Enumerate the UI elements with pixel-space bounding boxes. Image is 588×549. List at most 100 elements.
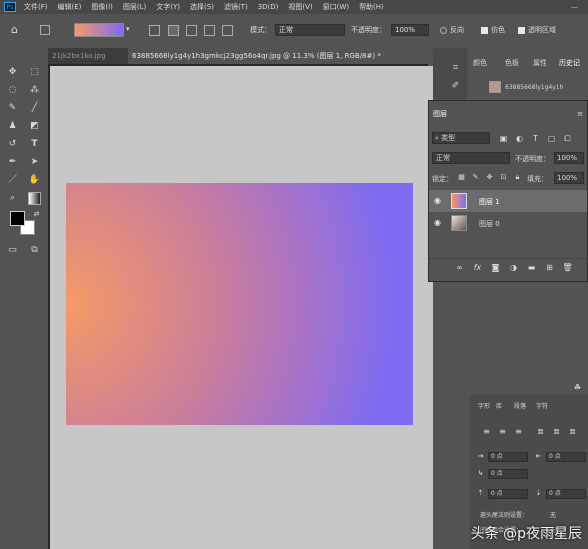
menu-filter[interactable]: 滤镜(T) xyxy=(224,2,248,12)
home-icon[interactable]: ⌂ xyxy=(11,23,18,36)
reflected-gradient-icon[interactable] xyxy=(204,25,215,36)
tab-glyphs[interactable]: 字形 xyxy=(478,401,490,410)
tab-character[interactable]: 字符 xyxy=(536,401,548,410)
panel-menu-icon[interactable]: ≡ xyxy=(577,107,583,121)
pen-tool-icon[interactable]: ✒ xyxy=(6,156,19,169)
align-left-icon[interactable]: ≡ xyxy=(480,425,493,438)
layer-row-0[interactable]: ◉ 图层 0 xyxy=(429,212,587,234)
justify-all-icon[interactable]: ≣ xyxy=(566,425,579,438)
layer-mask-icon[interactable]: ◙ xyxy=(489,261,502,274)
tab-document-1[interactable]: 21jk2bx1ko.jpg xyxy=(48,48,130,64)
lock-position-icon[interactable]: ✥ xyxy=(483,171,496,184)
move-tool-icon[interactable]: ✥ xyxy=(6,66,19,79)
foreground-color-swatch[interactable] xyxy=(10,211,25,226)
brush-panel-icon[interactable]: ✐ xyxy=(449,80,462,93)
lasso-tool-icon[interactable]: ◌ xyxy=(6,84,19,97)
diamond-gradient-icon[interactable] xyxy=(222,25,233,36)
zoom-tool-icon[interactable]: ⌕ xyxy=(6,192,19,205)
lock-all-icon[interactable]: 🔒︎ xyxy=(511,171,524,184)
filter-type-select[interactable]: ⌕ 类型 xyxy=(432,132,490,144)
fill-input[interactable]: 100% xyxy=(554,172,584,184)
transparency-checkbox[interactable]: 透明区域 xyxy=(518,25,556,35)
history-item[interactable]: 63885668ly1g4y1h xyxy=(505,84,563,91)
align-right-icon[interactable]: ≡ xyxy=(512,425,525,438)
eraser-tool-icon[interactable]: ◩ xyxy=(28,120,41,133)
visibility-eye-icon[interactable]: ◉ xyxy=(434,197,442,205)
layer-row-1[interactable]: ◉ 图层 1 xyxy=(429,190,587,212)
adjustment-layer-icon[interactable]: ◑ xyxy=(507,261,520,274)
eyedropper-icon[interactable]: ✎ xyxy=(6,102,19,115)
new-layer-icon[interactable]: ⊞ xyxy=(543,261,556,274)
tab-history[interactable]: 历史记 xyxy=(559,56,580,70)
lock-artboard-icon[interactable]: ⊡ xyxy=(497,171,510,184)
lock-transparency-icon[interactable]: ▦ xyxy=(455,171,468,184)
gradient-tool-icon[interactable] xyxy=(28,192,41,205)
reverse-checkbox[interactable]: 反向 xyxy=(440,25,464,35)
visibility-eye-icon[interactable]: ◉ xyxy=(434,219,442,227)
opacity-input[interactable]: 100% xyxy=(391,24,429,36)
magic-wand-icon[interactable]: ⁂ xyxy=(28,84,41,97)
gradient-tool-preset-icon[interactable] xyxy=(40,25,50,35)
filter-pixel-icon[interactable]: ▣ xyxy=(497,132,510,145)
delete-layer-icon[interactable]: 🗑︎ xyxy=(561,261,574,274)
filter-shape-icon[interactable]: ▢ xyxy=(545,132,558,145)
type-tool-icon[interactable]: T xyxy=(28,138,41,151)
angle-gradient-icon[interactable] xyxy=(186,25,197,36)
layer-style-icon[interactable]: fx xyxy=(471,261,484,274)
layer-opacity-input[interactable]: 100% xyxy=(554,152,584,164)
new-group-icon[interactable]: ▬ xyxy=(525,261,538,274)
menu-edit[interactable]: 编辑(E) xyxy=(58,2,82,12)
dither-checkbox[interactable]: 仿色 xyxy=(481,25,505,35)
link-layers-icon[interactable]: ∞ xyxy=(453,261,466,274)
filter-type-icon[interactable]: T xyxy=(529,132,542,145)
tab-color[interactable]: 颜色 xyxy=(473,56,487,70)
layer-0-name[interactable]: 图层 0 xyxy=(479,219,500,229)
brush-tool-icon[interactable]: ╱ xyxy=(28,102,41,115)
radial-gradient-icon[interactable] xyxy=(168,25,179,36)
menu-view[interactable]: 视图(V) xyxy=(288,2,312,12)
lock-image-icon[interactable]: ✎ xyxy=(469,171,482,184)
history-brush-icon[interactable]: ↺ xyxy=(6,138,19,151)
filter-adjust-icon[interactable]: ◐ xyxy=(513,132,526,145)
tab-properties[interactable]: 属性 xyxy=(533,56,547,70)
indent-left-input[interactable]: 0 点 xyxy=(488,452,528,462)
align-center-icon[interactable]: ≡ xyxy=(496,425,509,438)
layer-1-name[interactable]: 图层 1 xyxy=(479,197,500,207)
filter-smart-icon[interactable]: ⧠ xyxy=(561,132,574,145)
layers-panel-title[interactable]: 图层 xyxy=(433,107,447,121)
gradient-preview-swatch[interactable] xyxy=(74,23,124,37)
menu-select[interactable]: 选择(S) xyxy=(190,2,214,12)
hyphen-rule-value[interactable]: 无 xyxy=(550,510,556,519)
space-before-input[interactable]: 0 点 xyxy=(488,489,528,499)
history-panel-icon[interactable]: ⌗ xyxy=(449,62,462,75)
justify-center-icon[interactable]: ≣ xyxy=(550,425,563,438)
stamp-tool-icon[interactable]: ♟ xyxy=(6,120,19,133)
indent-first-input[interactable]: 0 点 xyxy=(488,469,528,479)
window-controls[interactable]: — xyxy=(571,3,578,11)
mode-select[interactable]: 正常 xyxy=(275,24,345,36)
menu-layer[interactable]: 图层(L) xyxy=(123,2,146,12)
hand-tool-icon[interactable]: ✋ xyxy=(28,174,41,187)
justify-left-icon[interactable]: ≣ xyxy=(534,425,547,438)
indent-right-input[interactable]: 0 点 xyxy=(546,452,586,462)
menu-file[interactable]: 文件(F) xyxy=(24,2,48,12)
menu-window[interactable]: 窗口(W) xyxy=(323,2,349,12)
menu-help[interactable]: 帮助(H) xyxy=(359,2,384,12)
linear-gradient-icon[interactable] xyxy=(149,25,160,36)
line-tool-icon[interactable]: ／ xyxy=(6,174,19,187)
menu-3d[interactable]: 3D(D) xyxy=(258,3,279,11)
path-select-icon[interactable]: ➤ xyxy=(28,156,41,169)
space-after-input[interactable]: 0 点 xyxy=(546,489,586,499)
gradient-layer[interactable] xyxy=(66,183,413,425)
tab-document-2[interactable]: 63885668ly1g4y1h3gmkcj23gg56o4qr.jpg @ 1… xyxy=(128,48,432,64)
quick-mask-icon[interactable]: ▭ xyxy=(6,244,19,257)
screen-mode-icon[interactable]: ⧉ xyxy=(28,244,41,257)
swap-colors-icon[interactable]: ⇄ xyxy=(30,208,43,221)
tab-paragraph[interactable]: 段落 xyxy=(514,401,526,410)
gradient-dropdown-icon[interactable]: ▾ xyxy=(126,25,130,33)
menu-image[interactable]: 图像(I) xyxy=(91,2,113,12)
tab-swatches[interactable]: 色板 xyxy=(505,56,519,70)
blend-mode-select[interactable]: 正常 xyxy=(432,152,510,164)
menu-type[interactable]: 文字(Y) xyxy=(156,2,180,12)
marquee-tool-icon[interactable]: ⬚ xyxy=(28,66,41,79)
